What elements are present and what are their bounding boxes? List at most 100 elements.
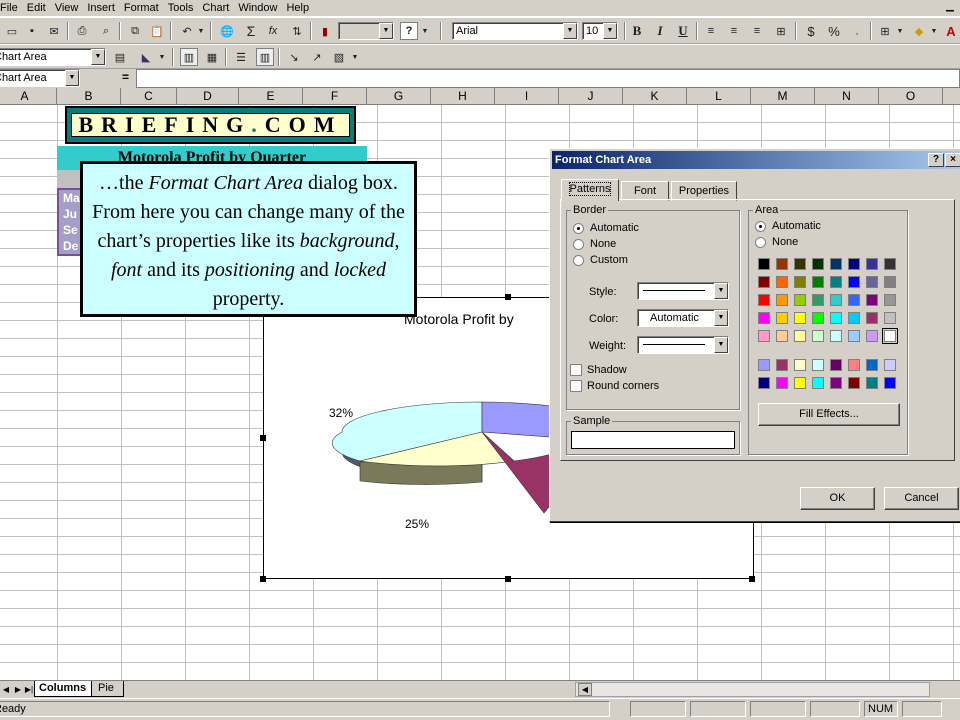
chart-options-icon[interactable]: ▧ (330, 48, 348, 66)
color-swatch[interactable] (884, 359, 896, 371)
color-swatch[interactable] (776, 377, 788, 389)
weight-combo[interactable]: ▼ (637, 336, 729, 354)
color-swatch[interactable] (830, 258, 842, 270)
undo-icon[interactable]: ↶ (178, 22, 196, 40)
align-center-icon[interactable]: ≡ (725, 22, 743, 40)
fill-effects-button[interactable]: Fill Effects... (758, 403, 900, 426)
percent-button[interactable]: % (825, 22, 843, 40)
chart-wizard-icon[interactable]: ▮ (316, 22, 334, 40)
font-size-combo[interactable]: 10 ▼ (582, 22, 618, 40)
toolbar-options-dropdown-icon[interactable]: ▼ (350, 48, 360, 66)
chart-selection-handle[interactable] (260, 435, 266, 441)
color-swatch[interactable] (776, 330, 788, 342)
chart-selection-handle[interactable] (505, 294, 511, 300)
color-swatch[interactable] (758, 276, 770, 288)
currency-button[interactable]: $ (802, 22, 820, 40)
color-swatch[interactable] (776, 294, 788, 306)
tab-properties[interactable]: Properties (671, 181, 737, 201)
help-dropdown-icon[interactable]: ▼ (420, 22, 430, 40)
color-swatch[interactable] (758, 330, 770, 342)
color-swatch[interactable] (848, 330, 860, 342)
name-box[interactable]: Chart Area▼ (0, 69, 80, 87)
color-swatch[interactable] (812, 294, 824, 306)
column-header-m[interactable]: M (751, 88, 815, 105)
tab-scroll-prev-icon[interactable]: ◀ (0, 683, 12, 696)
menu-insert[interactable]: Insert (83, 1, 120, 15)
italic-button[interactable]: I (651, 22, 669, 40)
column-header-n[interactable]: N (815, 88, 879, 105)
dialog-close-button[interactable]: × (945, 153, 960, 167)
color-swatch[interactable] (848, 294, 860, 306)
color-swatch[interactable] (830, 294, 842, 306)
comma-style-icon[interactable]: , (848, 22, 866, 40)
email-icon[interactable]: ✉ (45, 22, 63, 40)
color-swatch[interactable] (882, 328, 898, 344)
column-header-a[interactable]: A (0, 88, 57, 105)
help-icon[interactable]: ? (400, 22, 418, 40)
fill-color-icon[interactable]: ◆ (910, 22, 928, 40)
column-header-f[interactable]: F (303, 88, 367, 105)
angle-text-up-icon[interactable]: ↗ (308, 48, 326, 66)
chart-selection-handle[interactable] (505, 576, 511, 582)
border-custom-radio[interactable]: Custom (573, 254, 628, 266)
color-swatch[interactable] (776, 276, 788, 288)
column-header-d[interactable]: D (177, 88, 239, 105)
tab-scroll-next-icon[interactable]: ▶ (12, 683, 24, 696)
color-swatch[interactable] (776, 312, 788, 324)
color-swatch[interactable] (812, 359, 824, 371)
cancel-button[interactable]: Cancel (884, 487, 959, 510)
color-swatch[interactable] (812, 276, 824, 288)
round-corners-checkbox[interactable]: Round corners (570, 380, 659, 392)
column-header-k[interactable]: K (623, 88, 687, 105)
color-swatch[interactable] (794, 330, 806, 342)
tab-font[interactable]: Font (621, 181, 669, 201)
color-swatch[interactable] (812, 377, 824, 389)
chart-type-icon[interactable]: ◣ (137, 48, 155, 66)
borders-icon[interactable]: ⊞ (876, 22, 894, 40)
column-header-e[interactable]: E (239, 88, 303, 105)
font-name-combo[interactable]: Arial ▼ (452, 22, 578, 40)
color-swatch[interactable] (866, 377, 878, 389)
angle-text-down-icon[interactable]: ↘ (285, 48, 303, 66)
color-swatch[interactable] (866, 312, 878, 324)
color-swatch[interactable] (794, 312, 806, 324)
paste-icon[interactable]: 📋 (148, 22, 166, 40)
column-header-c[interactable]: C (121, 88, 177, 105)
format-chart-area-icon[interactable]: ▤ (111, 48, 129, 66)
color-swatch[interactable] (812, 330, 824, 342)
bold-button[interactable]: B (628, 22, 646, 40)
color-swatch[interactable] (848, 258, 860, 270)
horizontal-scrollbar[interactable] (575, 682, 930, 697)
color-swatch[interactable] (884, 294, 896, 306)
tab-patterns[interactable]: Patterns (561, 179, 619, 201)
color-swatch[interactable] (848, 276, 860, 288)
column-header-j[interactable]: J (559, 88, 623, 105)
ok-button[interactable]: OK (800, 487, 875, 510)
data-table-icon[interactable]: ▦ (203, 48, 221, 66)
copy-icon[interactable]: ⧉ (126, 22, 144, 40)
legend-icon[interactable]: ▥ (180, 48, 198, 66)
column-header-g[interactable]: G (367, 88, 431, 105)
color-swatch[interactable] (776, 258, 788, 270)
color-swatch[interactable] (794, 276, 806, 288)
chart-selection-handle[interactable] (749, 576, 755, 582)
border-none-radio[interactable]: None (573, 238, 616, 250)
color-swatch[interactable] (758, 258, 770, 270)
menu-tools[interactable]: Tools (164, 1, 199, 15)
borders-dropdown-icon[interactable]: ▼ (895, 22, 905, 40)
print-preview-icon[interactable]: ⌕ (97, 22, 115, 40)
color-swatch[interactable] (794, 258, 806, 270)
color-swatch[interactable] (866, 276, 878, 288)
align-left-icon[interactable]: ≡ (702, 22, 720, 40)
autosum-icon[interactable]: Σ (242, 22, 260, 40)
color-swatch[interactable] (866, 330, 878, 342)
shadow-checkbox[interactable]: Shadow (570, 364, 627, 376)
by-column-icon[interactable]: ▥ (256, 48, 274, 66)
zoom-combo[interactable]: ▼ (338, 22, 394, 40)
color-swatch[interactable] (848, 359, 860, 371)
scroll-left-icon[interactable]: ◀ (578, 683, 592, 696)
formula-input[interactable] (136, 69, 960, 88)
menu-view[interactable]: View (51, 1, 84, 15)
color-swatch[interactable] (794, 294, 806, 306)
menu-format[interactable]: Format (120, 1, 164, 15)
